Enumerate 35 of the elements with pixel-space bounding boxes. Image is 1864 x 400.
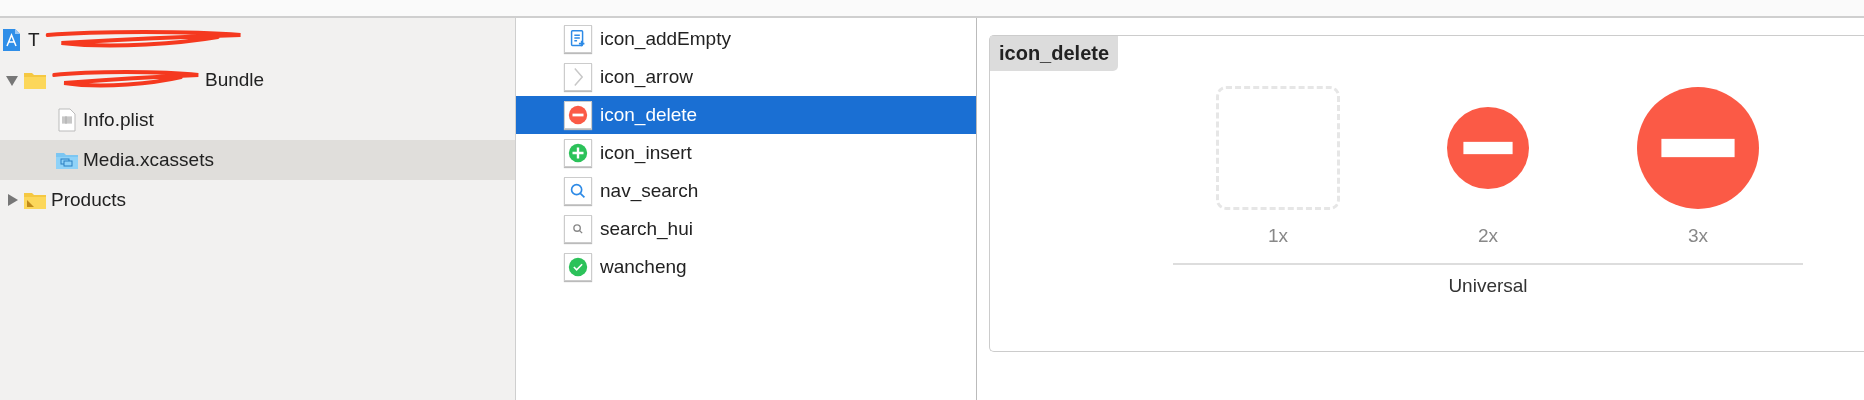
chevron-icon xyxy=(573,68,583,86)
navigator-row[interactable]: Products xyxy=(0,180,515,220)
scale-label: 2x xyxy=(1477,225,1499,247)
asset-name: icon_addEmpty xyxy=(600,28,731,50)
navigator-row[interactable]: Info.plist xyxy=(0,100,515,140)
asset-list-item[interactable]: icon_insert xyxy=(516,134,976,172)
asset-name: icon_delete xyxy=(600,104,698,126)
asset-name: icon_arrow xyxy=(600,66,693,88)
scale-label: 1x xyxy=(1267,225,1289,247)
asset-name: nav_search xyxy=(600,180,699,202)
asset-list-item[interactable]: nav_search xyxy=(516,172,976,210)
minus-circle-icon[interactable] xyxy=(1637,87,1759,209)
navigator-row[interactable]: Bundle xyxy=(0,60,515,100)
minus-circle-icon[interactable] xyxy=(1447,107,1529,189)
device-group-label: Universal xyxy=(1447,275,1529,297)
navigator-label: Info.plist xyxy=(83,109,154,131)
disclosure-triangle-icon[interactable] xyxy=(5,73,19,87)
image-set-title: icon_delete xyxy=(990,36,1119,71)
asset-name: icon_insert xyxy=(600,142,692,164)
asset-name: wancheng xyxy=(600,256,687,278)
asset-list-item[interactable]: icon_addEmpty xyxy=(516,20,976,58)
navigator-label: Products xyxy=(51,189,126,211)
plist-file-icon xyxy=(55,107,79,133)
asset-list-item[interactable]: icon_arrow xyxy=(516,58,976,96)
scale-label: 3x xyxy=(1687,225,1709,247)
asset-list-item[interactable]: wancheng xyxy=(516,248,976,286)
asset-list-item[interactable]: search_hui xyxy=(516,210,976,248)
navigator-row[interactable]: T xyxy=(0,20,515,60)
asset-list-item[interactable]: icon_delete xyxy=(516,96,976,134)
navigator-label: T xyxy=(28,29,40,51)
disclosure-triangle-icon[interactable] xyxy=(5,193,19,207)
navigator-label: Media.xcassets xyxy=(83,149,214,171)
asset-name: search_hui xyxy=(600,218,693,240)
navigator-label: Bundle xyxy=(205,69,265,91)
navigator-row[interactable]: Media.xcassets xyxy=(0,140,515,180)
